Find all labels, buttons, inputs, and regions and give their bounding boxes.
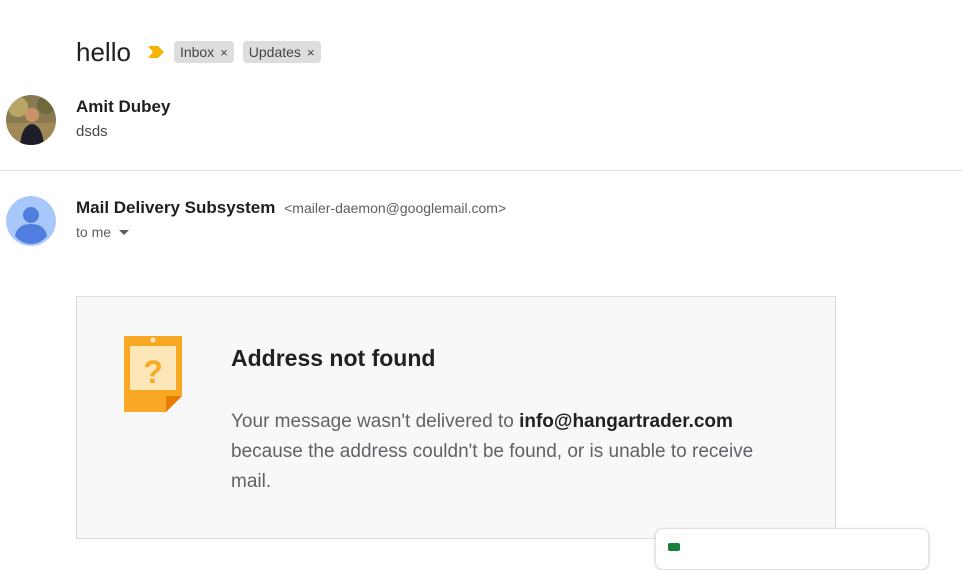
sender-email: <mailer-daemon@googlemail.com> [284,200,507,216]
label-chip-inbox: Inbox × [173,41,234,63]
bounce-text-suffix: because the address couldn't be found, o… [231,441,754,492]
sender-avatar[interactable] [6,95,56,145]
sender-name: Mail Delivery Subsystem [76,198,276,217]
subject-row: hello Inbox × Updates × [76,36,321,68]
failed-address: info@hangartrader.com [519,411,733,432]
show-details-icon[interactable] [119,229,130,235]
sender-line: Mail Delivery Subsystem <mailer-daemon@g… [76,198,506,218]
label-chip-updates: Updates × [242,41,321,63]
sender-name: Amit Dubey [76,97,171,116]
avatar-photo-icon [6,95,56,145]
remove-label-icon[interactable]: × [307,45,315,60]
panel-app-icon [668,543,680,551]
importance-marker-icon[interactable] [147,45,165,59]
recipient-row: to me [76,224,130,240]
warning-note-icon: ? [124,336,182,412]
label-text: Updates [248,44,301,60]
label-text: Inbox [179,44,215,60]
bounce-text-prefix: Your message wasn't delivered to [231,411,520,432]
sender-avatar[interactable] [6,196,56,246]
floating-panel[interactable] [655,528,929,570]
person-icon [6,196,56,246]
recipient-text: to me [76,224,112,240]
collapsed-message[interactable]: Amit Dubey dsds [0,94,962,170]
remove-label-icon[interactable]: × [220,45,228,60]
bounce-message: Your message wasn't delivered to info@ha… [231,407,791,497]
message-snippet: dsds [76,123,108,140]
email-subject: hello [76,37,131,67]
svg-text:?: ? [143,354,163,390]
message-divider [0,170,962,171]
bounce-notice-card: ? Address not found Your message wasn't … [76,296,836,539]
bounce-title: Address not found [231,345,436,371]
